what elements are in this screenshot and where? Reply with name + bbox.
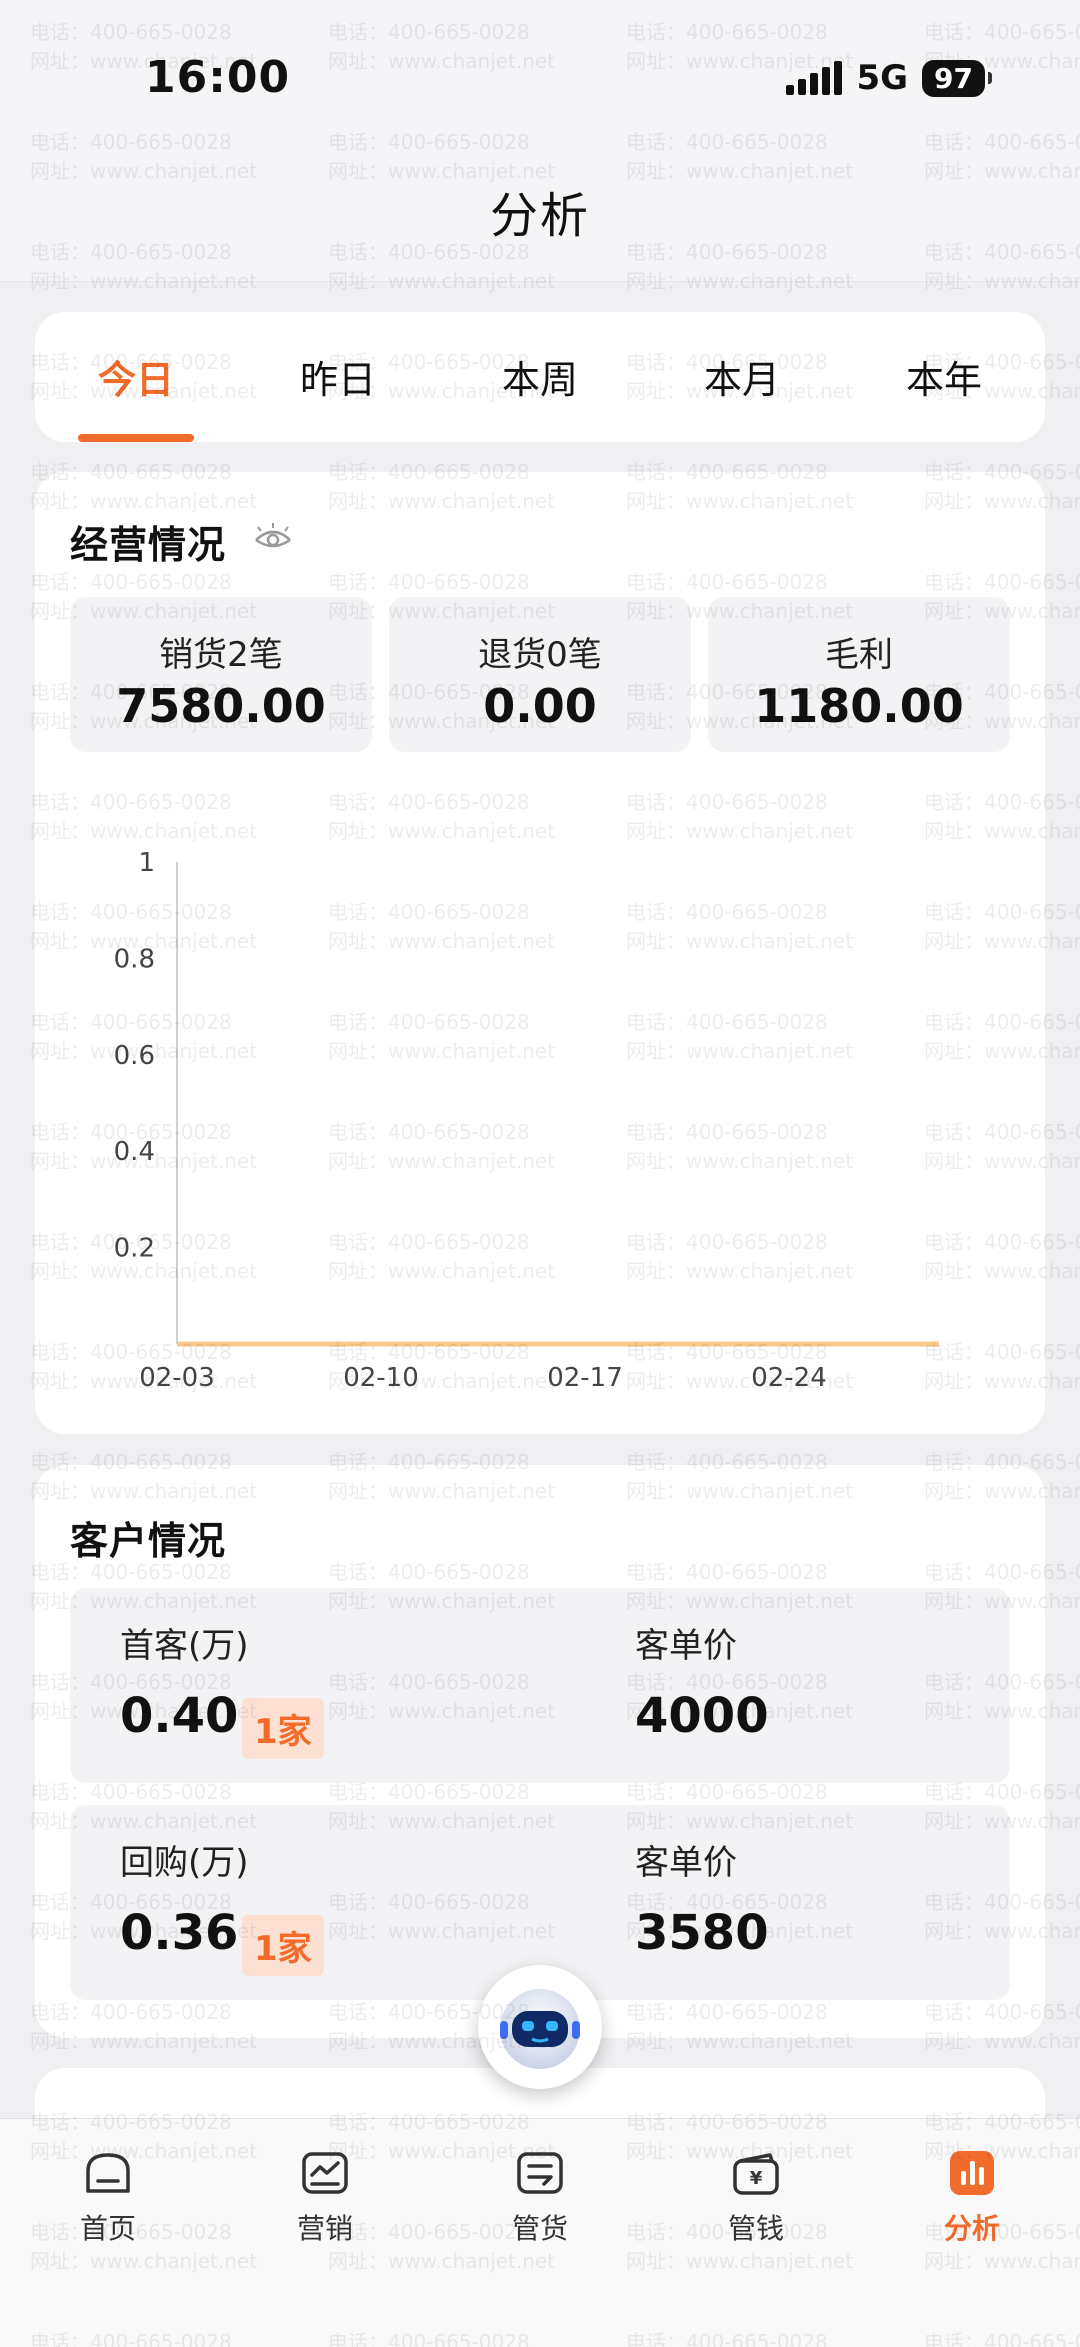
tabbar-marketing[interactable]: 营销 (255, 2149, 395, 2247)
network-type: 5G (856, 58, 909, 98)
repurchase-price-label: 客单价 (635, 1843, 737, 1883)
tabbar-money[interactable]: ¥ 管钱 (686, 2149, 826, 2247)
y-tick-label: 1 (138, 848, 155, 878)
y-tick-label: 0.2 (114, 1234, 155, 1264)
tabbar-goods-label: 管货 (511, 2212, 568, 2245)
x-tick-label: 02-17 (547, 1363, 623, 1393)
signal-icon (786, 61, 843, 95)
returns-stat-label: 退货0笔 (478, 635, 602, 675)
sales-trend-svg: 0.2 0.4 0.6 0.8 1 02-03 02-10 02-17 02-24 (114, 848, 939, 1393)
new-customer-value: 0.40 (120, 1688, 239, 1744)
sales-trend-chart: 0.2 0.4 0.6 0.8 1 02-03 02-10 02-17 02-24 (35, 832, 1045, 1402)
new-customer-price-label: 客单价 (635, 1626, 737, 1666)
business-title: 经营情况 (70, 523, 227, 567)
y-tick-label: 0.8 (114, 944, 155, 974)
tab-yesterday[interactable]: 昨日 (237, 312, 439, 442)
sales-stat[interactable]: 销货2笔 7580.00 (70, 597, 372, 752)
robot-icon (500, 1989, 580, 2069)
sales-stat-value: 7580.00 (116, 679, 326, 733)
tabbar-money-label: 管钱 (727, 2212, 784, 2245)
svg-text:¥: ¥ (750, 2168, 763, 2189)
period-tabs-card: 今日 昨日 本周 本月 本年 (35, 312, 1045, 442)
business-card: 经营情况 销货2笔 7580.00 退货0笔 0.00 毛利 1180.00 0… (35, 472, 1045, 1434)
new-customer-badge: 1家 (242, 1698, 324, 1759)
customer-card: 客户情况 首客(万) 0.40 1家 客单价 4000 回购(万) 0.36 1… (35, 1465, 1045, 2038)
gross-profit-stat-label: 毛利 (825, 635, 893, 675)
money-icon: ¥ (733, 2153, 779, 2195)
y-tick-label: 0.4 (114, 1137, 155, 1167)
bottom-tabbar: 首页 营销 管货 ¥ 管钱 分析 (0, 2118, 1080, 2347)
period-tabs: 今日 昨日 本周 本月 本年 (35, 312, 1045, 442)
customer-title: 客户情况 (70, 1519, 227, 1563)
tab-today[interactable]: 今日 (35, 312, 237, 442)
battery-icon: 97 (922, 59, 992, 97)
sales-stat-label: 销货2笔 (159, 635, 283, 675)
home-icon (86, 2153, 130, 2193)
x-tick-label: 02-24 (751, 1363, 827, 1393)
repurchase-badge: 1家 (242, 1915, 324, 1976)
status-indicators: 5G 97 (786, 58, 992, 98)
tabbar-home[interactable]: 首页 (38, 2149, 178, 2247)
tabbar-marketing-label: 营销 (296, 2212, 353, 2245)
repurchase-price-value: 3580 (635, 1905, 769, 1961)
repurchase-label: 回购(万) (120, 1843, 249, 1883)
tabbar-home-label: 首页 (79, 2212, 136, 2245)
status-bar: 16:00 5G 97 (0, 0, 1080, 150)
page-title: 分析 (489, 188, 590, 244)
assistant-robot-button[interactable] (478, 1965, 602, 2089)
title-bar: 分析 (0, 150, 1080, 282)
y-tick-label: 0.6 (114, 1041, 155, 1071)
tab-this-month[interactable]: 本月 (641, 312, 843, 442)
repurchase-value: 0.36 (120, 1905, 239, 1961)
goods-icon (517, 2152, 563, 2194)
returns-stat-value: 0.00 (483, 679, 597, 733)
x-tick-label: 02-03 (139, 1363, 215, 1393)
new-customer-price-value: 4000 (635, 1688, 769, 1744)
tabbar-analysis-label: 分析 (943, 2212, 1000, 2245)
returns-stat[interactable]: 退货0笔 0.00 (389, 597, 691, 752)
analysis-icon (950, 2151, 994, 2195)
gross-profit-stat[interactable]: 毛利 1180.00 (708, 597, 1010, 752)
new-customer-box[interactable]: 首客(万) 0.40 1家 客单价 4000 (70, 1588, 1010, 1783)
tabbar-analysis[interactable]: 分析 (902, 2149, 1042, 2247)
marketing-icon (302, 2152, 348, 2194)
tab-this-year[interactable]: 本年 (843, 312, 1045, 442)
status-time: 16:00 (145, 52, 291, 103)
tabbar-goods[interactable]: 管货 (470, 2149, 610, 2247)
gross-profit-stat-value: 1180.00 (754, 679, 964, 733)
new-customer-label: 首客(万) (120, 1626, 249, 1666)
x-tick-label: 02-10 (343, 1363, 419, 1393)
eye-icon[interactable] (253, 522, 293, 554)
tab-this-week[interactable]: 本周 (439, 312, 641, 442)
